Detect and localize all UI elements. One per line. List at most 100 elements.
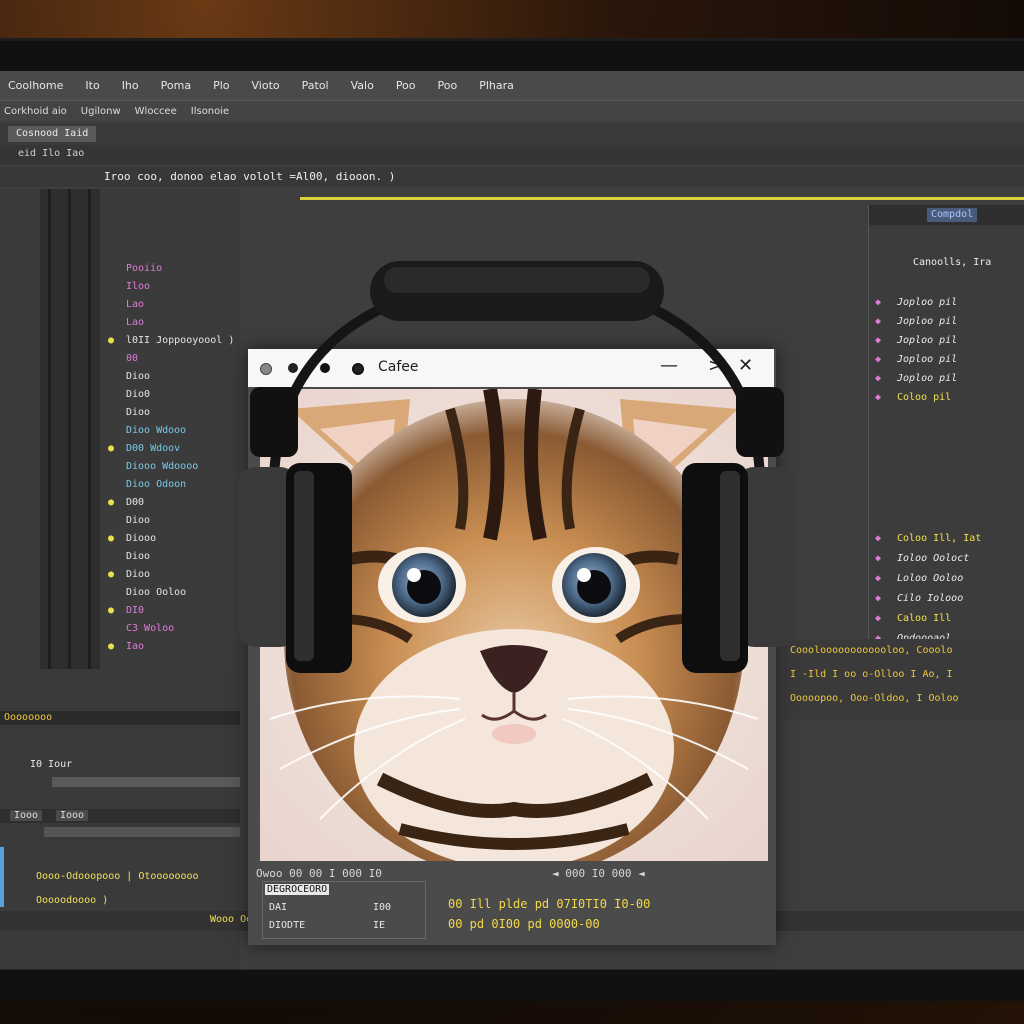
breakpoint-icon[interactable]: ● [108,641,114,652]
menu-item[interactable]: Poo [438,79,458,92]
outline-marker-icon: ◆ [875,392,882,403]
window-dot-icon[interactable] [320,363,330,373]
tree-row[interactable]: ● Diooo [108,533,156,544]
toolbar-item[interactable]: Ugilonw [81,106,121,117]
maximize-button[interactable]: > [708,355,723,376]
tree-row-label: Lao [126,299,145,310]
highlight-line [300,197,1024,200]
outline-item[interactable]: Cilo Iolooo [897,593,963,604]
menu-item[interactable]: Plhara [479,79,514,92]
menu-item[interactable]: Poma [161,79,191,92]
menu-item[interactable]: Vioto [252,79,280,92]
editor-gutter [40,189,100,669]
tree-row-label: Dioo [126,551,151,562]
code-line-text: Iroo coo, donoo elao vololt =Al00, diooo… [104,170,396,183]
tree-row[interactable]: Lao [112,317,144,328]
outline-item[interactable]: Coloo Ill, Iat [897,533,981,544]
window-title: Cafee [378,359,419,375]
tree-row-label: D00 Wdoov [126,443,181,454]
outline-item[interactable]: Caloo Ill [897,613,951,624]
tree-row[interactable]: Dioo [112,551,150,562]
tree-row[interactable]: ● l0II Joppooyoool ) [108,335,234,346]
toolbar-item[interactable]: Corkhoid aio [4,106,67,117]
outline-item[interactable]: Ioloo Ooloct [897,553,969,564]
tree-row[interactable]: Dio0 [112,389,150,400]
outline-item[interactable]: Joploo pil [897,316,957,327]
breakpoint-icon[interactable]: ● [108,443,114,454]
search-field[interactable] [52,777,240,787]
menu-item[interactable]: Patol [302,79,329,92]
menu-item[interactable]: Ito [85,79,99,92]
outline-item[interactable]: Joploo pil [897,354,957,365]
window-titlebar[interactable]: Cafee — > ✕ [248,349,774,387]
outline-marker-icon: ◆ [875,297,882,308]
outline-header-text: Canoolls, Ira [913,257,992,268]
tree-row[interactable]: Dioo [112,407,150,418]
window-dot-icon[interactable] [260,363,272,375]
tree-label[interactable]: I0 Iour [30,759,72,770]
menu-item[interactable]: Iho [122,79,139,92]
tree-row-label: Pooiio [126,263,163,274]
outline-marker-icon: ◆ [875,373,882,384]
menu-item[interactable]: Plo [213,79,229,92]
file-tab[interactable]: Cosnood Iaid [8,126,97,142]
tree-row[interactable]: Iloo [112,281,150,292]
tree-row[interactable]: C3 Woloo [112,623,174,634]
gutter-stripe [48,189,51,669]
outline-panel: Compdol Canoolls, Ira ◆ Joploo pil ◆ Joploo… [868,205,1024,664]
tree-row[interactable]: ● DI0 [108,605,145,616]
tree-row-label: DI0 [126,605,145,616]
toolbar-item[interactable]: Ilsonoie [191,106,229,117]
code-editor[interactable]: Pooiio Iloo Lao Lao ● l0II Joppooyoool ) 00 Dio… [0,189,240,669]
menu-item[interactable]: Coolhome [8,79,63,92]
tree-row[interactable]: Dioo [112,515,150,526]
tree-row[interactable]: Dioo [112,371,150,382]
code-line: Oooo-Odooopooo | Otoooooooo [36,871,199,882]
output-panel: Coooloooooooooooloo, Cooolo I -Ild I oo o… [784,639,1024,719]
toolbar: Corkhoid aio Ugilonw Wloccee Ilsonoie [0,101,1024,121]
outline-item[interactable]: Loloo Ooloo [897,573,963,584]
tree-row[interactable]: Dioo Odoon [112,479,186,490]
bottom-tab-bar: Iooo Iooo [0,809,240,823]
tree-row[interactable]: ● Iao [108,641,144,652]
tree-row[interactable]: ● Dioo [108,569,150,580]
output-line: Coooloooooooooooloo, Cooolo [790,645,953,656]
bottom-tab-2[interactable]: Iooo [56,810,89,821]
tab-compdol[interactable]: Compdol [927,208,978,222]
tree-row[interactable]: Diooo Wdoooo [112,461,198,472]
toolbar-item[interactable]: Wloccee [135,106,177,117]
monitor: Coolhome Ito Iho Poma Plo Vioto Patol Valo Poo Po… [0,38,1024,1001]
filter-field[interactable] [44,827,240,837]
tree-row[interactable]: ● D00 Wdoov [108,443,181,454]
code-statement-line: Iroo coo, donoo elao vololt =Al00, diooo… [0,167,1024,187]
scroll-indicator[interactable] [0,847,4,907]
breakpoint-icon[interactable]: ● [108,335,114,346]
tree-row[interactable]: Lao [112,299,144,310]
minimize-button[interactable]: — [660,355,678,376]
taskbar [0,969,1024,971]
outline-marker-icon: ◆ [875,593,882,604]
window-dot-icon[interactable] [288,363,298,373]
tree-row[interactable]: 00 [112,353,138,364]
breakpoint-icon[interactable]: ● [108,533,114,544]
tree-row[interactable]: Dioo Ooloo [112,587,186,598]
outline-item[interactable]: Joploo pil [897,335,957,346]
breakpoint-icon[interactable]: ● [108,569,114,580]
menu-item[interactable]: Poo [396,79,416,92]
tree-row-label: D00 [126,497,145,508]
footer-info-right: ◄ 000 I0 000 ◄ [552,867,645,880]
breakpoint-icon[interactable]: ● [108,605,114,616]
tree-row-label: Dioo Ooloo [126,587,187,598]
tree-row-label: Dioo Odoon [126,479,187,490]
info-table-cell: IE [373,920,386,931]
menu-item[interactable]: Valo [351,79,374,92]
close-button[interactable]: ✕ [738,355,753,376]
breakpoint-icon[interactable]: ● [108,497,114,508]
outline-item[interactable]: Joploo pil [897,373,957,384]
outline-item[interactable]: Joploo pil [897,297,957,308]
bottom-tab-1[interactable]: Iooo [10,810,43,821]
outline-item[interactable]: Coloo pil [897,392,951,403]
tree-row[interactable]: Pooiio [112,263,162,274]
tree-row[interactable]: Dioo Wdooo [112,425,186,436]
tree-row[interactable]: ● D00 [108,497,145,508]
